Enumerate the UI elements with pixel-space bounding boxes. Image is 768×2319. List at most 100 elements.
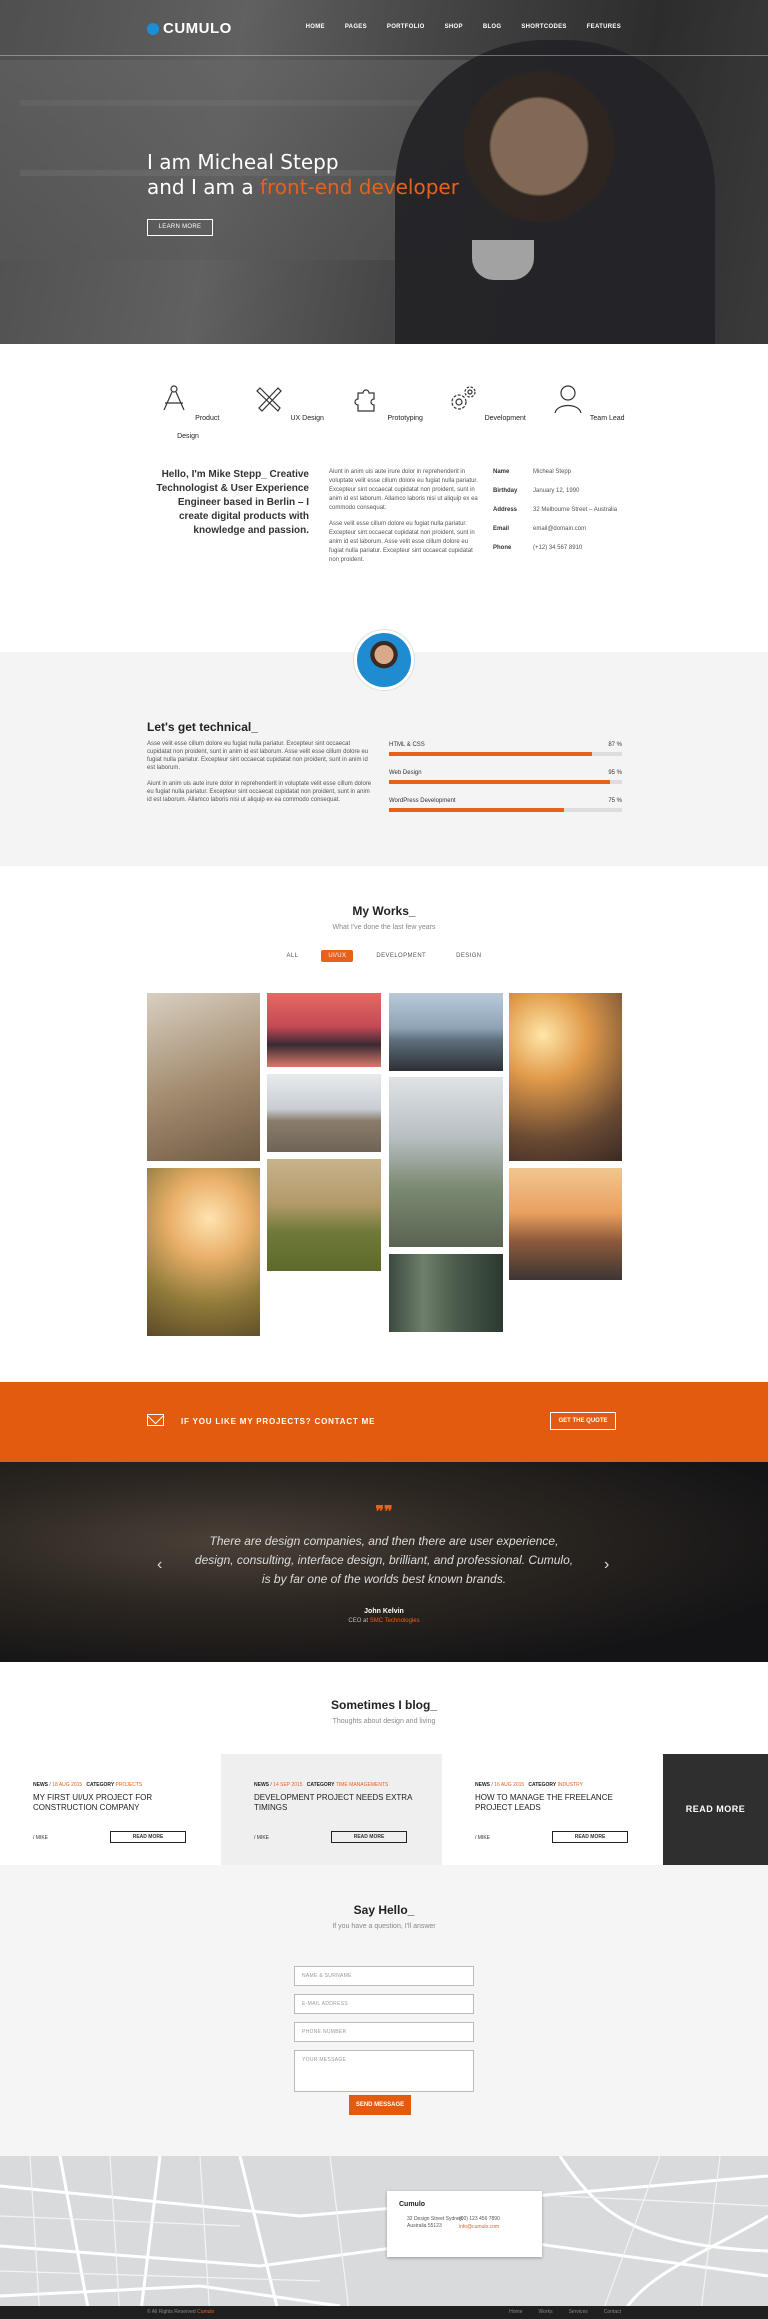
blog-post-author: / MIKE [475, 1835, 491, 1841]
info-row-name: Name Micheal Stepp [493, 469, 572, 475]
next-arrow-icon[interactable]: › [604, 1556, 609, 1574]
skill-bar-fill [389, 780, 611, 784]
portfolio-filters: ALL UI/UX DEVELOPMENT DESIGN [0, 950, 768, 962]
map-address: 32 Design Street Sydney, Australia 55123 [407, 2216, 464, 2229]
blog-post-title[interactable]: HOW TO MANAGE THE FREELANCE PROJECT LEAD… [475, 1793, 635, 1813]
contact-title: Say Hello_ [353, 1903, 415, 1917]
portfolio-item-bridge[interactable] [389, 993, 503, 1071]
footer-link-contact[interactable]: Contact [604, 2309, 621, 2315]
testimonial-author: John Kelvin [364, 1608, 404, 1615]
name-field[interactable]: NAME & SURNAME [294, 1966, 474, 1986]
skills-paragraph-1: Asse velit esse cillum dolore eu fugiat … [147, 741, 369, 771]
portfolio-item-coast-sunset[interactable] [509, 1168, 622, 1280]
blog-post-author: / MIKE [33, 1835, 49, 1841]
nav-home[interactable]: HOME [306, 24, 325, 30]
testimonial-quote: There are design companies, and then the… [194, 1534, 574, 1586]
filter-development[interactable]: DEVELOPMENT [369, 950, 433, 962]
portfolio-item-bench[interactable] [267, 1074, 381, 1152]
main-navigation: CUMULO HOME PAGES PORTFOLIO SHOP BLOG SH… [0, 0, 768, 56]
portfolio-item-cactus[interactable] [147, 1168, 260, 1336]
testimonial-section: ❞❞ ‹ › There are design companies, and t… [0, 1462, 768, 1662]
nav-pages[interactable]: PAGES [345, 24, 367, 30]
map-info-card: Cumulo 32 Design Street Sydney, Australi… [387, 2191, 542, 2257]
footer-link-services[interactable]: Services [569, 2309, 588, 2315]
skill-bar-fill [389, 752, 592, 756]
info-row-phone: Phone (+12) 34 567 8910 [493, 545, 583, 551]
about-intro: Hello, I'm Mike Stepp_ Creative Technolo… [156, 469, 309, 536]
blog-post-card[interactable]: NEWS / 16 AUG 2015 CATEGORY INDUSTRY HOW… [442, 1754, 663, 1865]
send-message-button[interactable]: SEND MESSAGE [349, 2095, 411, 2115]
skills-paragraph-2: Aiunt in anim uis aute irure dolor in re… [147, 781, 372, 803]
footer-link-works[interactable]: Works [539, 2309, 553, 2315]
portfolio-item-girl-sunlight[interactable] [509, 993, 622, 1161]
portfolio-item-sunset-rock[interactable] [267, 993, 381, 1067]
email-field[interactable]: E-MAIL ADDRESS [294, 1994, 474, 2014]
portfolio-subtitle: What I've done the last few years [332, 924, 436, 931]
map-section[interactable]: Cumulo 32 Design Street Sydney, Australi… [0, 2156, 768, 2319]
blog-title: Sometimes I blog_ [330, 1698, 438, 1712]
nav-features[interactable]: FEATURES [587, 24, 621, 30]
info-row-email: Email email@domain.com [493, 526, 587, 532]
contact-section: Say Hello_ If you have a question, I'll … [0, 1865, 768, 2156]
about-paragraph-1: Aiunt in anim uis aute irure dolor in re… [329, 469, 478, 511]
avatar [354, 630, 414, 690]
message-field[interactable]: YOUR MESSAGE [294, 2050, 474, 2092]
skill-wordpress: WordPress Development 75 % [389, 798, 622, 812]
logo[interactable]: CUMULO [147, 20, 232, 37]
get-quote-button[interactable]: GET THE QUOTE [550, 1412, 616, 1430]
quote-icon: ❞❞ [375, 1504, 393, 1521]
filter-ui-ux[interactable]: UI/UX [321, 950, 354, 962]
read-more-button[interactable]: READ MORE [110, 1831, 186, 1843]
portfolio-item-mountain-ruins[interactable] [389, 1077, 503, 1247]
map-email[interactable]: info@cumulo.com [459, 2224, 499, 2230]
read-more-button[interactable]: READ MORE [331, 1831, 407, 1843]
contact-cta-bar: IF YOU LIKE MY PROJECTS? CONTACT ME GET … [0, 1382, 768, 1462]
blog-post-card[interactable]: NEWS / 14 SEP 2015 CATEGORY TIME MANAGEM… [221, 1754, 442, 1865]
portfolio-item-balloons[interactable] [267, 1159, 381, 1271]
blog-post-title[interactable]: DEVELOPMENT PROJECT NEEDS EXTRA TIMINGS [254, 1793, 414, 1813]
envelope-icon [147, 1414, 164, 1426]
nav-shortcodes[interactable]: SHORTCODES [521, 24, 566, 30]
about-paragraph-2: Asse velit esse cillum dolore eu fugiat … [329, 521, 475, 563]
info-row-address: Address 32 Melbourne Street – Australia [493, 507, 618, 513]
personal-info: Name Micheal Stepp Birthday January 12, 19… [493, 468, 623, 563]
contact-subtitle: If you have a question, I'll answer [332, 1923, 436, 1930]
footer: © All Rights Reserved Cumulo Home Works … [0, 2306, 768, 2319]
blog-read-more-tile[interactable]: READ MORE [663, 1754, 768, 1865]
blog-post-author: / MIKE [254, 1835, 270, 1841]
filter-all[interactable]: ALL [279, 950, 305, 962]
blog-post-title[interactable]: MY FIRST UI/UX PROJECT FOR CONSTRUCTION … [33, 1793, 193, 1813]
hero-section: CUMULO HOME PAGES PORTFOLIO SHOP BLOG SH… [0, 0, 768, 344]
prev-arrow-icon[interactable]: ‹ [157, 1556, 162, 1574]
portfolio-section: My Works_ What I've done the last few ye… [0, 866, 768, 1382]
nav-shop[interactable]: SHOP [445, 24, 463, 30]
blog-post-card[interactable]: NEWS / 18 AUG 2015 CATEGORY PROJECTS MY … [0, 1754, 221, 1865]
hero-heading: I am Micheal Stepp and I am a front-end d… [147, 150, 459, 199]
filter-design[interactable]: DESIGN [449, 950, 488, 962]
copyright: © All Rights Reserved Cumulo [147, 2309, 215, 2315]
map-phone: (00) 123 456 7890 [459, 2216, 500, 2222]
blog-section: Sometimes I blog_ Thoughts about design … [0, 1662, 768, 1865]
skills-section: Let's get technical_ Asse velit esse cil… [0, 630, 768, 866]
skills-title: Let's get technical_ [147, 720, 258, 734]
info-row-birthday: Birthday January 12, 1990 [493, 488, 580, 494]
street-map[interactable] [0, 2156, 768, 2319]
cta-text: IF YOU LIKE MY PROJECTS? CONTACT ME [181, 1417, 376, 1426]
portfolio-title: My Works_ [352, 904, 416, 918]
read-more-button[interactable]: READ MORE [552, 1831, 628, 1843]
skill-bar-fill [389, 808, 564, 812]
skill-html-css: HTML & CSS 87 % [389, 742, 622, 756]
about-section: Hello, I'm Mike Stepp_ Creative Technolo… [0, 344, 768, 652]
logo-icon [147, 22, 159, 35]
nav-blog[interactable]: BLOG [483, 24, 502, 30]
portfolio-item-deer[interactable] [147, 993, 260, 1161]
testimonial-role: CEO at SMC Technologies [348, 1618, 420, 1624]
blog-subtitle: Thoughts about design and living [332, 1718, 436, 1725]
nav-portfolio[interactable]: PORTFOLIO [387, 24, 425, 30]
learn-more-button[interactable]: LEARN MORE [147, 219, 213, 236]
portfolio-item-forest[interactable] [389, 1254, 503, 1332]
phone-field[interactable]: PHONE NUMBER [294, 2022, 474, 2042]
footer-link-home[interactable]: Home [509, 2309, 522, 2315]
map-company: Cumulo [399, 2201, 426, 2208]
skill-web-design: Web Design 95 % [389, 770, 622, 784]
